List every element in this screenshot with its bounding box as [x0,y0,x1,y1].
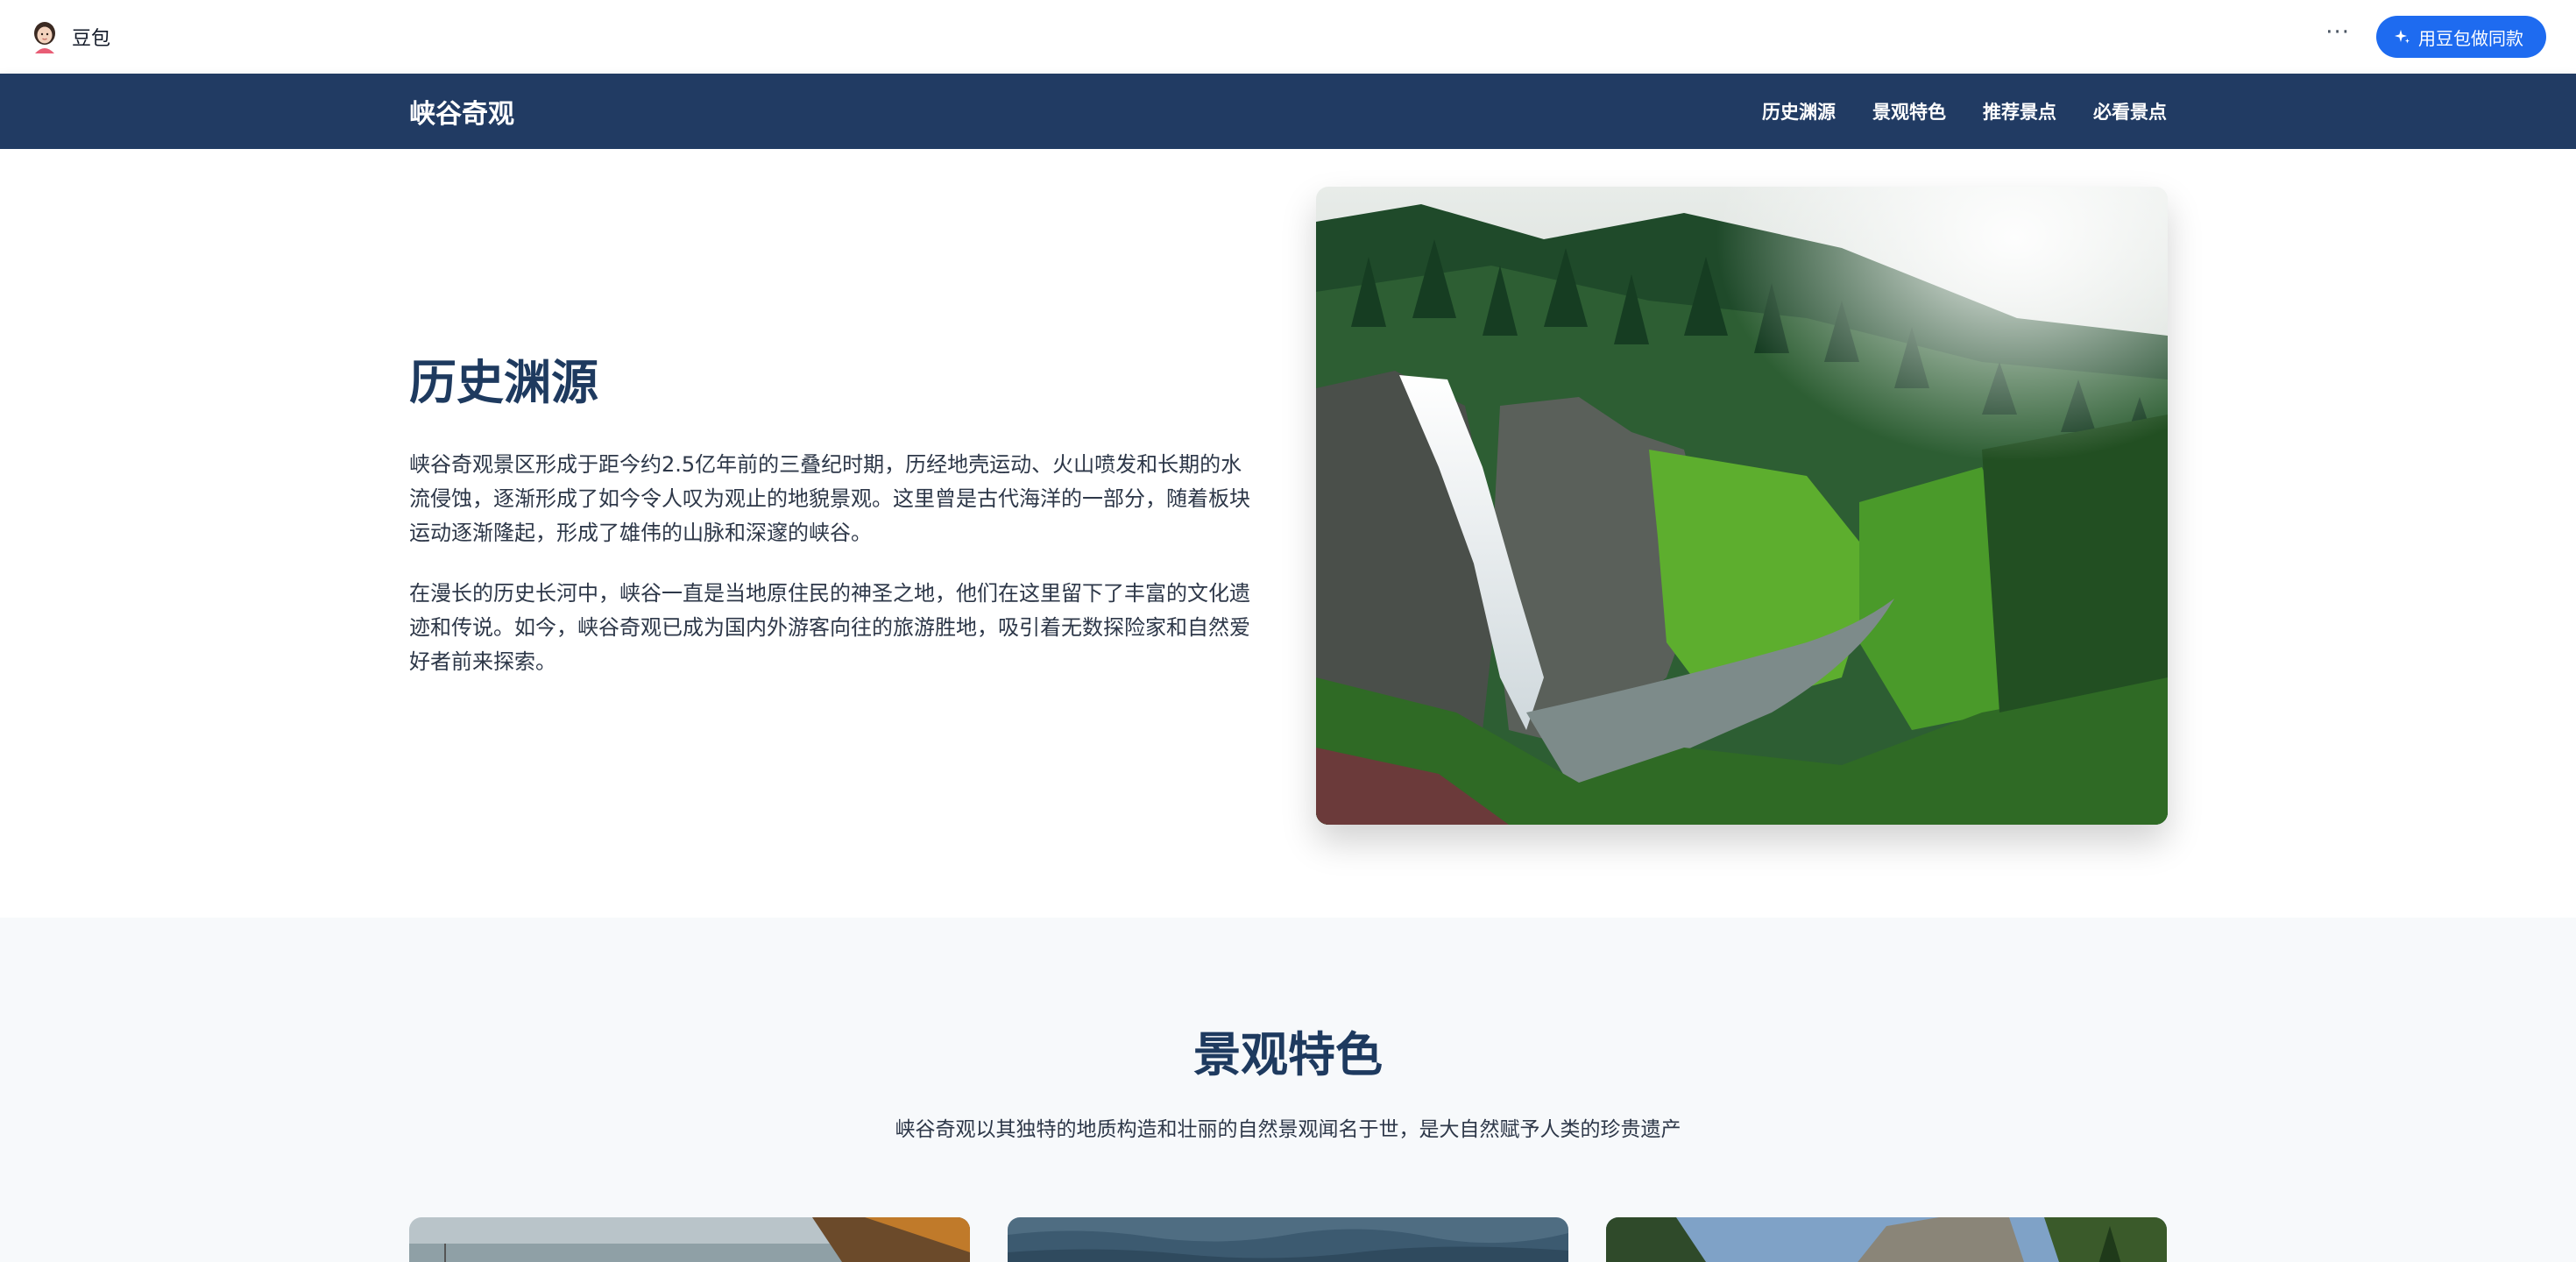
make-same-button-label: 用豆包做同款 [2418,27,2523,49]
nav-link-features[interactable]: 景观特色 [1872,98,1946,124]
site-nav-links: 历史渊源 景观特色 推荐景点 必看景点 [1725,98,2167,124]
history-paragraph: 在漫长的历史长河中，峡谷一直是当地原住民的神圣之地，他们在这里留下了丰富的文化遗… [409,581,1250,674]
nav-link-history[interactable]: 历史渊源 [1762,98,1836,124]
site-navbar: 峡谷奇观 历史渊源 景观特色 推荐景点 必看景点 [0,74,2576,149]
more-options-button[interactable]: ··· [2325,21,2350,53]
feature-card-image[interactable] [1008,1217,1568,1262]
features-section: 景观特色 峡谷奇观以其独特的地质构造和壮丽的自然景观闻名于世，是大自然赋予人类的… [0,918,2576,1262]
site-brand[interactable]: 峡谷奇观 [409,92,514,131]
history-title: 历史渊源 [409,355,598,410]
nav-link-recommended[interactable]: 推荐景点 [1983,98,2056,124]
app-bar: 豆包 ··· 用豆包做同款 [0,0,2576,74]
history-text: 历史渊源 峡谷奇观景区形成于距今约2.5亿年前的三叠纪时期，历经地壳运动、火山喷… [409,344,1255,705]
avatar[interactable] [30,19,60,54]
waterfall-image [1316,187,2168,825]
sparkle-icon [2395,30,2410,44]
nav-link-must-see[interactable]: 必看景点 [2093,98,2167,124]
feature-card-image[interactable] [409,1217,970,1262]
features-title: 景观特色 [1193,1027,1383,1082]
features-subtitle: 峡谷奇观以其独特的地质构造和壮丽的自然景观闻名于世，是大自然赋予人类的珍贵遗产 [895,1118,1681,1141]
history-section: 历史渊源 峡谷奇观景区形成于距今约2.5亿年前的三叠纪时期，历经地壳运动、火山喷… [0,149,2576,918]
feature-card-image[interactable] [1606,1217,2167,1262]
history-paragraph: 峡谷奇观景区形成于距今约2.5亿年前的三叠纪时期，历经地壳运动、火山喷发和长期的… [409,452,1250,545]
app-name: 豆包 [72,28,111,50]
make-same-button[interactable]: 用豆包做同款 [2376,16,2546,58]
